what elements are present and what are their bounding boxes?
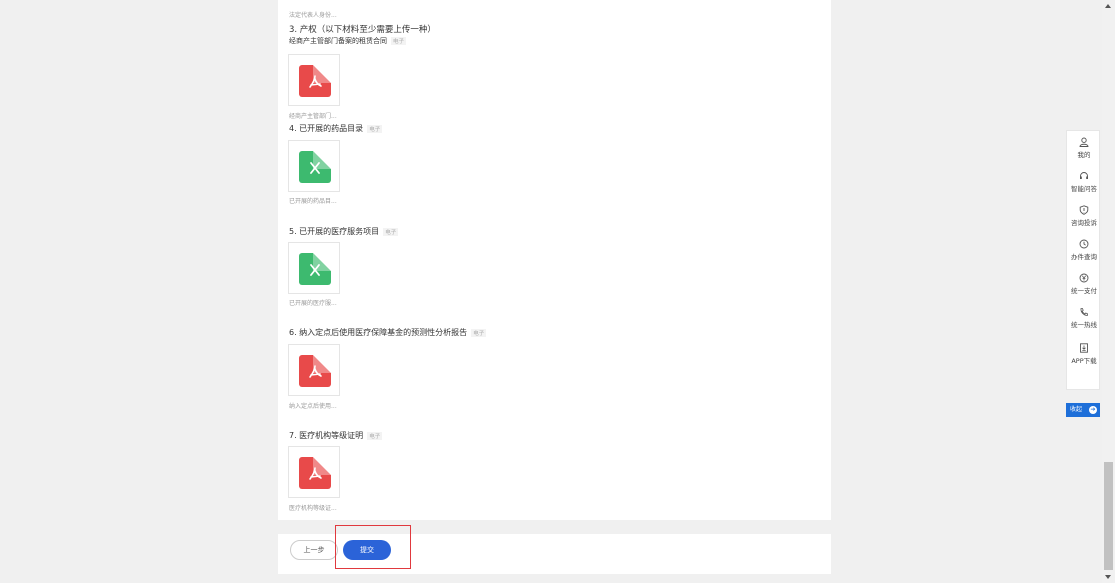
scroll-down-icon[interactable] — [1105, 575, 1111, 579]
file-caption-medical-services: 已开展的医疗服... — [289, 300, 337, 307]
excel-file-icon — [299, 151, 331, 183]
collapse-label: 收起 — [1070, 406, 1083, 413]
collapse-button[interactable]: 收起 ➔ — [1066, 403, 1100, 417]
headset-icon — [1080, 172, 1088, 179]
side-item-label: 办件查询 — [1071, 253, 1097, 261]
section-3-subtitle: 经商产主管部门备案的租赁合同 电子 — [289, 36, 407, 46]
file-caption-lease-contract: 经商产主管部门... — [289, 113, 337, 120]
section-5-title-text: 5. 已开展的医疗服务项目 — [289, 227, 380, 236]
download-icon — [1080, 343, 1088, 353]
scroll-up-icon[interactable] — [1105, 4, 1111, 8]
phone-icon — [1080, 308, 1088, 316]
file-caption-predictive-report: 纳入定点后使用... — [289, 403, 337, 410]
section-3-subtitle-text: 经商产主管部门备案的租赁合同 — [289, 37, 387, 45]
side-item-label: 统一支付 — [1071, 287, 1097, 295]
pdf-file-icon — [299, 355, 331, 387]
section-4-title: 4. 已开展的药品目录 电子 — [289, 123, 383, 134]
scrollbar-thumb[interactable] — [1104, 462, 1113, 570]
section-5-title: 5. 已开展的医疗服务项目 电子 — [289, 226, 399, 237]
file-caption-drug-catalog: 已开展的药品目... — [289, 198, 337, 205]
file-thumb-lease-contract[interactable] — [288, 54, 340, 106]
file-thumb-predictive-report[interactable] — [288, 344, 340, 396]
file-thumb-drug-catalog[interactable] — [288, 140, 340, 192]
side-item-label: 咨询投诉 — [1071, 219, 1097, 227]
form-card — [278, 0, 831, 520]
file-caption-legal-rep: 法定代表人身份... — [289, 12, 337, 19]
section-3-title: 3. 产权（以下材料至少需要上传一种） — [289, 25, 436, 35]
side-item-mine[interactable]: 我的 — [1067, 137, 1101, 159]
file-thumb-grade-certificate[interactable] — [288, 446, 340, 498]
history-icon — [1079, 239, 1089, 249]
user-icon — [1079, 137, 1089, 147]
side-item-complaint[interactable]: 咨询投诉 — [1067, 205, 1101, 227]
electronic-tag: 电子 — [367, 124, 383, 133]
yen-icon — [1079, 273, 1089, 283]
electronic-tag: 电子 — [471, 328, 487, 337]
electronic-tag: 电子 — [367, 431, 383, 440]
submit-highlight-box — [335, 525, 411, 569]
prev-step-button[interactable]: 上一步 — [290, 540, 338, 560]
section-7-title: 7. 医疗机构等级证明 电子 — [289, 430, 383, 441]
shield-icon — [1079, 205, 1089, 215]
electronic-tag: 电子 — [383, 227, 399, 236]
excel-file-icon — [299, 253, 331, 285]
side-item-case-query[interactable]: 办件查询 — [1067, 239, 1101, 261]
section-6-title: 6. 纳入定点后使用医疗保障基金的预测性分析报告 电子 — [289, 327, 487, 338]
side-item-label: 智能问答 — [1071, 185, 1097, 193]
side-toolbar: 我的 智能问答 咨询投诉 办件查询 统一支付 统一热线 APP下载 — [1066, 130, 1100, 390]
arrow-right-icon: ➔ — [1089, 406, 1097, 414]
side-item-hotline[interactable]: 统一热线 — [1067, 307, 1101, 329]
side-item-label: 我的 — [1077, 151, 1091, 159]
side-item-smart-qa[interactable]: 智能问答 — [1067, 171, 1101, 193]
section-7-title-text: 7. 医疗机构等级证明 — [289, 431, 364, 440]
file-thumb-medical-services[interactable] — [288, 242, 340, 294]
file-caption-grade-certificate: 医疗机构等级证... — [289, 505, 337, 512]
vertical-scrollbar[interactable] — [1102, 0, 1115, 583]
pdf-file-icon — [299, 457, 331, 489]
section-6-title-text: 6. 纳入定点后使用医疗保障基金的预测性分析报告 — [289, 328, 468, 337]
side-item-label: 统一热线 — [1071, 321, 1097, 329]
side-item-label: APP下载 — [1071, 357, 1097, 365]
pdf-file-icon — [299, 65, 331, 97]
side-item-app-download[interactable]: APP下载 — [1067, 343, 1101, 365]
section-4-title-text: 4. 已开展的药品目录 — [289, 124, 364, 133]
electronic-tag: 电子 — [391, 37, 407, 45]
side-item-unified-pay[interactable]: 统一支付 — [1067, 273, 1101, 295]
